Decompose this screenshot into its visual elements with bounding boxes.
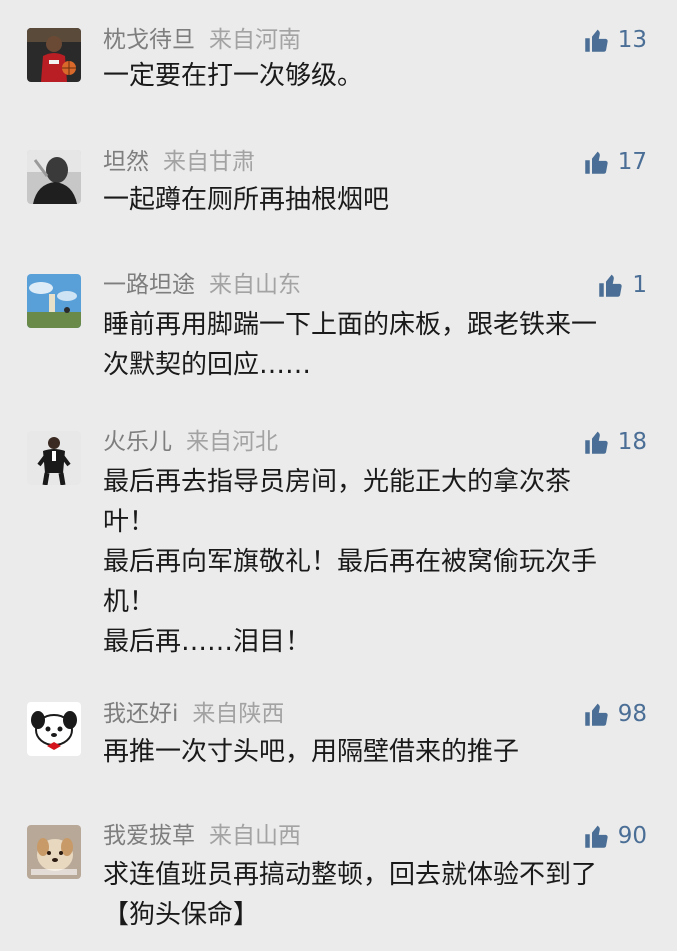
like-count: 18 bbox=[617, 429, 647, 455]
thumbs-up-icon bbox=[597, 272, 624, 299]
like-button[interactable]: 13 bbox=[583, 25, 647, 55]
comment-text: 睡前再用脚踹一下上面的床板，跟老铁来一 次默契的回应…… bbox=[103, 310, 598, 380]
location: 来自陕西 bbox=[192, 701, 285, 727]
username[interactable]: 火乐儿 bbox=[103, 429, 172, 455]
username[interactable]: 枕戈待旦 bbox=[103, 27, 195, 53]
like-button[interactable]: 17 bbox=[583, 147, 647, 177]
sky-landscape-avatar[interactable] bbox=[27, 274, 81, 328]
username[interactable]: 坦然 bbox=[103, 149, 149, 175]
like-button[interactable]: 98 bbox=[583, 699, 647, 729]
thumbs-up-icon bbox=[583, 27, 610, 54]
like-count: 98 bbox=[617, 701, 647, 727]
location: 来自山东 bbox=[209, 272, 301, 298]
location: 来自甘肃 bbox=[163, 149, 255, 175]
like-button[interactable]: 1 bbox=[597, 270, 647, 300]
comment-meta: 我爱拔草 来自山西 bbox=[103, 821, 301, 851]
person-photo-avatar[interactable] bbox=[27, 150, 81, 204]
comment-meta: 火乐儿 来自河北 bbox=[103, 427, 278, 457]
location: 来自河北 bbox=[186, 429, 278, 455]
comment-meta: 枕戈待旦 来自河南 bbox=[103, 25, 301, 55]
cartoon-dog-avatar[interactable] bbox=[27, 702, 81, 756]
like-count: 1 bbox=[632, 272, 647, 298]
location: 来自河南 bbox=[209, 27, 301, 53]
comment-meta: 一路坦途 来自山东 bbox=[103, 270, 301, 300]
username[interactable]: 我还好i bbox=[103, 701, 178, 727]
username[interactable]: 一路坦途 bbox=[103, 272, 195, 298]
like-button[interactable]: 18 bbox=[583, 427, 647, 457]
like-count: 90 bbox=[617, 823, 647, 849]
thumbs-up-icon bbox=[583, 823, 610, 850]
like-count: 17 bbox=[617, 149, 647, 175]
comment-text: 一定要在打一次够级。 bbox=[103, 61, 364, 91]
thumbs-up-icon bbox=[583, 701, 610, 728]
comment-text: 一起蹲在厕所再抽根烟吧 bbox=[103, 185, 390, 215]
comment-text: 求连值班员再搞动整顿，回去就体验不到了 【狗头保命】 bbox=[103, 860, 598, 930]
like-button[interactable]: 90 bbox=[583, 821, 647, 851]
username[interactable]: 我爱拔草 bbox=[103, 823, 195, 849]
thumbs-up-icon bbox=[583, 149, 610, 176]
basketball-player-avatar[interactable] bbox=[27, 28, 81, 82]
puppy-photo-avatar[interactable] bbox=[27, 825, 81, 879]
comment-text: 再推一次寸头吧，用隔壁借来的推子 bbox=[103, 737, 520, 767]
thumbs-up-icon bbox=[583, 429, 610, 456]
man-in-suit-avatar[interactable] bbox=[27, 431, 81, 485]
like-count: 13 bbox=[617, 27, 647, 53]
comment-meta: 我还好i 来自陕西 bbox=[103, 699, 284, 729]
comment-text: 最后再去指导员房间，光能正大的拿次茶 叶！ 最后再向军旗敬礼！最后再在被窝偷玩次… bbox=[103, 467, 598, 657]
comment-meta: 坦然 来自甘肃 bbox=[103, 147, 255, 177]
location: 来自山西 bbox=[209, 823, 301, 849]
